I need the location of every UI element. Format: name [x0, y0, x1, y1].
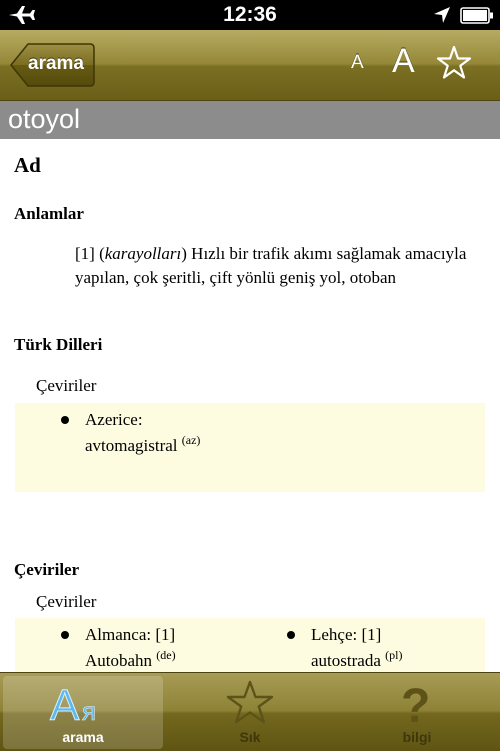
turkic-translations-box: Azerice: avtomagistral (az) — [15, 403, 485, 492]
svg-text:?: ? — [401, 680, 430, 726]
question-mark-icon: ? — [401, 680, 430, 726]
battery-icon — [460, 7, 493, 24]
meaning-number: [1] — [75, 244, 95, 263]
tab-label: arama — [62, 729, 104, 745]
svg-text:я: я — [82, 696, 96, 726]
bullet — [287, 631, 295, 639]
dictionary-icon: A я — [50, 681, 97, 727]
decrease-font-button[interactable]: A — [351, 52, 364, 74]
translation-word: Autobahn — [85, 651, 153, 670]
translations-heading: Çeviriler — [14, 560, 80, 579]
star-icon — [226, 680, 274, 724]
bullet — [61, 631, 69, 639]
status-time: 12:36 — [223, 3, 277, 26]
tab-sik[interactable]: Sık — [170, 676, 330, 749]
translation-code: (pl) — [385, 648, 403, 662]
translation-code: (de) — [156, 648, 176, 662]
tab-arama[interactable]: A я arama — [3, 676, 163, 749]
translation-language: Azerice: — [85, 410, 143, 429]
translation-language: Almanca: [1] — [85, 625, 176, 644]
part-of-speech-heading: Ad — [14, 153, 41, 177]
translation-language: Lehçe: [1] — [311, 625, 382, 644]
location-arrow-icon — [434, 7, 450, 23]
tab-bilgi[interactable]: ? bilgi — [337, 676, 497, 749]
svg-text:A: A — [50, 681, 80, 726]
status-bar: 12:36 — [0, 0, 500, 30]
turkic-translations-label: Çeviriler — [36, 376, 97, 395]
meaning-item: [1] (karayolları) Hızlı bir trafik akımı… — [75, 244, 467, 287]
word-title-bar: otoyol — [0, 101, 500, 139]
meanings-heading: Anlamlar — [14, 204, 84, 223]
back-button-label: arama — [28, 53, 84, 74]
translation-code: (az) — [181, 433, 201, 447]
translations-box: Almanca: [1] Autobahn (de) Lehçe: [1] au… — [15, 618, 485, 672]
translations-label: Çeviriler — [36, 592, 97, 611]
tab-label: Sık — [239, 729, 261, 745]
tab-label: bilgi — [402, 729, 432, 745]
back-button[interactable]: arama — [8, 42, 96, 88]
increase-font-button[interactable]: A — [392, 42, 415, 81]
turkic-languages-heading: Türk Dilleri — [14, 335, 103, 354]
tab-bar: A я arama Sık ? bilgi — [0, 672, 500, 751]
meaning-domain: karayolları — [104, 244, 182, 263]
bullet — [61, 416, 69, 424]
navigation-bar: arama A A — [0, 30, 500, 101]
favorite-star-icon[interactable] — [436, 45, 472, 81]
entry-content[interactable]: Ad Anlamlar [1] (karayolları) Hızlı bir … — [0, 139, 500, 672]
translation-word: avtomagistral — [85, 436, 178, 455]
translation-word: autostrada — [311, 651, 381, 670]
word-title: otoyol — [8, 104, 81, 134]
